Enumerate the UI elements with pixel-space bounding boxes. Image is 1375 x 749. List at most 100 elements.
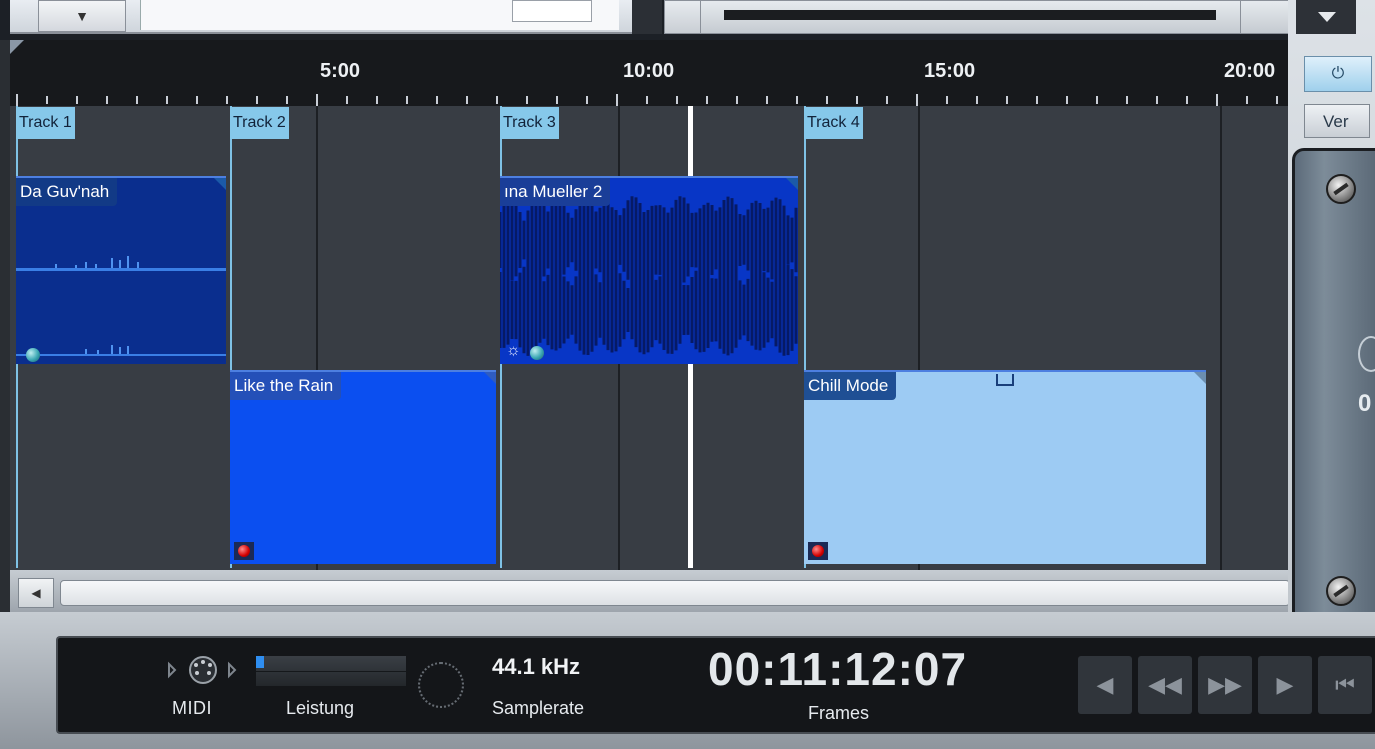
scrollbar-thumb[interactable] [60, 580, 1290, 606]
ruler-corner-icon [10, 40, 24, 54]
ruler-tick [826, 96, 828, 104]
right-panel-dropdown-button[interactable] [1296, 0, 1356, 34]
ruler-label: 20:00 [1224, 60, 1276, 82]
power-icon: ⏻ [1331, 65, 1345, 82]
track-label[interactable]: Track 2 [230, 107, 289, 139]
performance-label: Leistung [286, 698, 355, 718]
track-label[interactable]: Track 4 [804, 107, 863, 139]
ruler-label: 5:00 [320, 60, 361, 82]
ruler-tick [1096, 96, 1098, 104]
ruler-tick [496, 96, 498, 104]
rewind-button[interactable]: ◀◀ [1138, 656, 1192, 714]
teal-dot-icon [26, 348, 40, 362]
performance-meter-fill [256, 656, 264, 668]
ruler-tick [886, 96, 888, 104]
ruler-tick [736, 96, 738, 104]
scroll-left-button[interactable]: ◀ [18, 578, 54, 608]
ver-button[interactable]: Ver [1304, 104, 1370, 138]
clip-resize-corner-icon[interactable] [484, 372, 496, 384]
teal-dot-icon [530, 346, 544, 360]
ruler-tick [766, 96, 768, 104]
clip-title: ına Mueller 2 [500, 178, 611, 206]
power-button[interactable]: ⏻ [1304, 56, 1372, 92]
clip-title: Chill Mode [804, 372, 897, 400]
fast-forward-icon: ▶▶ [1208, 672, 1242, 697]
ruler-tick [406, 96, 408, 104]
ruler-tick [1006, 96, 1008, 104]
timecode-display[interactable]: 00:11:12:07 [708, 642, 967, 696]
top-scroll-button[interactable] [664, 0, 702, 34]
ruler-tick [196, 96, 198, 104]
record-dot-icon [808, 542, 828, 560]
play-icon: ▶ [1276, 672, 1294, 697]
ruler-tick [976, 96, 978, 104]
audio-clip[interactable]: ına Mueller 2 ☼ [500, 176, 798, 364]
ruler-tick [376, 96, 378, 104]
ruler-tick [1216, 94, 1218, 106]
top-dropdown-button[interactable]: ▼ [38, 0, 126, 32]
screw-icon [1326, 576, 1356, 606]
audio-clip[interactable]: Da Guv'nah [16, 176, 226, 364]
clip-marker-icon[interactable] [996, 374, 1014, 386]
ruler-tick [256, 96, 258, 104]
ruler-tick [1066, 96, 1068, 104]
ruler-tick [16, 94, 18, 106]
ruler-tick [1156, 96, 1158, 104]
ruler-tick [106, 96, 108, 104]
ruler-tick [796, 96, 798, 104]
track-label[interactable]: Track 1 [16, 107, 75, 139]
chevron-down-icon: ▼ [75, 8, 89, 24]
clip-resize-corner-icon[interactable] [1194, 372, 1206, 384]
top-field-box[interactable] [512, 0, 592, 22]
gear-icon: ☼ [506, 342, 521, 359]
ruler-tick [346, 96, 348, 104]
time-ruler[interactable]: 5:00 10:00 15:00 20:00 [10, 40, 1288, 106]
performance-meter-divider [256, 671, 406, 672]
return-to-start-icon: ⏮ [1335, 672, 1355, 697]
ruler-tick [1186, 96, 1188, 104]
ruler-tick [136, 96, 138, 104]
ruler-label: 15:00 [924, 60, 976, 82]
ruler-tick [466, 96, 468, 104]
ruler-tick [646, 96, 648, 104]
grid-line [1220, 106, 1222, 570]
midi-connector-icon [168, 656, 237, 684]
plugin-panel [1292, 148, 1375, 624]
top-right-button[interactable] [1240, 0, 1290, 34]
clip-title: Da Guv'nah [16, 178, 118, 206]
arrangement-area[interactable]: 5:00 10:00 15:00 20:00 Track 1 Track 2 Track … [10, 40, 1288, 570]
samplerate-value: 44.1 kHz [492, 654, 581, 679]
plugin-value: 0 [1358, 390, 1372, 417]
fast-forward-button[interactable]: ▶▶ [1198, 656, 1252, 714]
audio-clip[interactable]: Chill Mode [804, 370, 1206, 564]
ruler-tick [436, 96, 438, 104]
rewind-step-icon: ◀ [1096, 672, 1114, 697]
record-dot-icon [234, 542, 254, 560]
ruler-tick [856, 96, 858, 104]
ruler-tick [1126, 96, 1128, 104]
ruler-tick [316, 94, 318, 106]
ruler-tick [946, 96, 948, 104]
ruler-tick [76, 96, 78, 104]
ruler-tick [706, 96, 708, 104]
ruler-tick [46, 96, 48, 104]
play-button[interactable]: ▶ [1258, 656, 1312, 714]
track-label[interactable]: Track 3 [500, 107, 559, 139]
timecode-format-label[interactable]: Frames [808, 703, 869, 724]
top-meter-bar [724, 10, 1216, 20]
ruler-tick [1246, 96, 1248, 104]
top-divider [632, 0, 662, 34]
audio-clip[interactable]: Like the Rain [230, 370, 496, 564]
return-to-start-button[interactable]: ⏮ [1318, 656, 1372, 714]
rewind-step-button[interactable]: ◀ [1078, 656, 1132, 714]
activity-spinner-icon [418, 662, 464, 708]
ruler-label: 10:00 [623, 60, 675, 82]
ruler-tick [166, 96, 168, 104]
samplerate-label: Samplerate [492, 698, 585, 718]
ruler-tick [286, 96, 288, 104]
clip-resize-corner-icon[interactable] [786, 178, 798, 190]
clip-resize-corner-icon[interactable] [214, 178, 226, 190]
screw-icon [1326, 174, 1356, 204]
ruler-tick [526, 96, 528, 104]
midi-label: MIDI [172, 698, 212, 718]
